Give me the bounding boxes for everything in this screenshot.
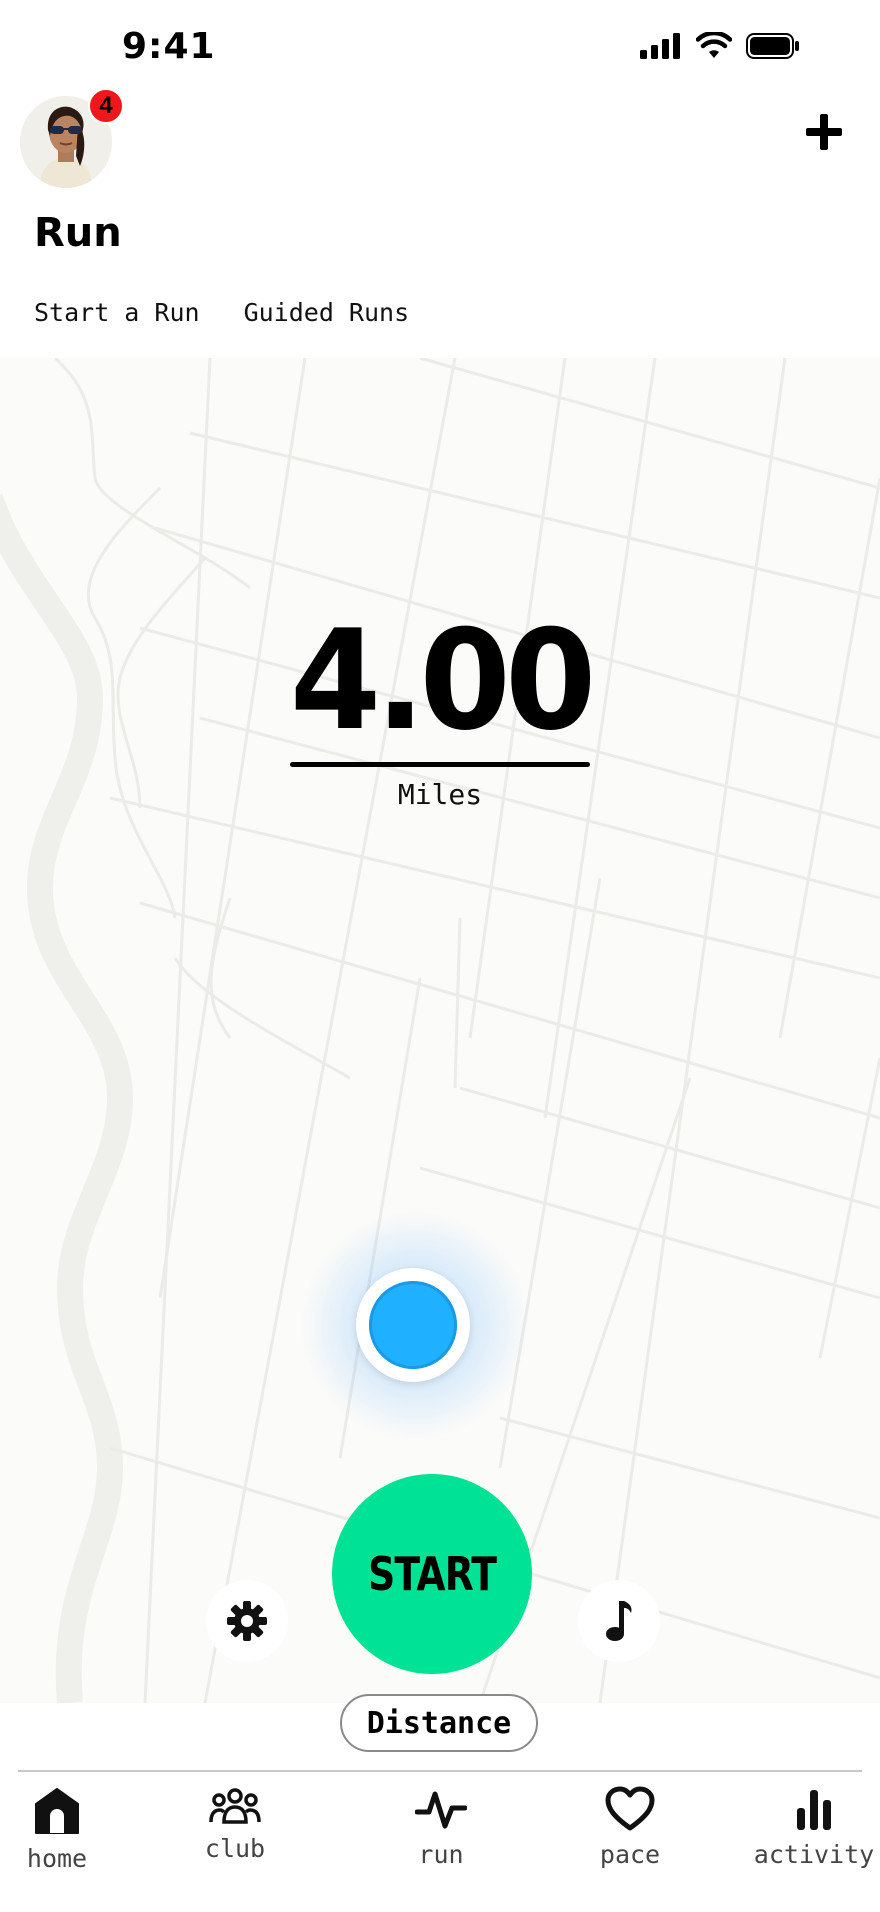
distance-value: 4.00 — [289, 600, 596, 761]
nav-item-home[interactable]: home — [22, 1786, 92, 1873]
gear-icon — [227, 1601, 267, 1641]
run-tabs: Start a Run Guided Runs — [34, 298, 409, 327]
run-screen: 9:41 4 Run Start a Run Guided Runs 4.00 … — [0, 0, 880, 1912]
bar-chart-icon — [797, 1790, 831, 1830]
battery-icon — [746, 33, 799, 59]
club-icon — [209, 1788, 261, 1824]
run-pulse-icon — [415, 1791, 467, 1829]
run-mode-label: Distance — [366, 1705, 512, 1741]
nav-item-activity[interactable]: activity — [754, 1786, 874, 1869]
nav-label-club: club — [204, 1834, 266, 1863]
music-button[interactable] — [578, 1580, 660, 1662]
notification-badge: 4 — [88, 88, 124, 124]
tab-start-a-run[interactable]: Start a Run — [34, 298, 200, 327]
cellular-signal-icon — [640, 33, 680, 59]
nav-item-run[interactable]: run — [406, 1786, 476, 1869]
distance-underline — [290, 762, 590, 767]
nav-item-pace[interactable]: pace — [595, 1786, 665, 1869]
nav-item-club[interactable]: club — [200, 1786, 270, 1863]
distance-unit: Miles — [397, 778, 483, 811]
status-icons — [640, 32, 800, 60]
bottom-nav: home club run pace activity — [0, 1772, 880, 1912]
location-dot-inner — [369, 1281, 457, 1369]
status-bar: 9:41 — [0, 0, 880, 100]
run-mode-selector[interactable]: Distance — [340, 1694, 538, 1752]
status-time: 9:41 — [122, 26, 216, 67]
nav-label-home: home — [26, 1844, 88, 1873]
heart-icon — [605, 1786, 655, 1831]
settings-button[interactable] — [206, 1580, 288, 1662]
page-title: Run — [34, 210, 122, 256]
tab-guided-runs[interactable]: Guided Runs — [244, 298, 410, 327]
add-button[interactable] — [798, 106, 850, 158]
start-label: START — [367, 1547, 497, 1601]
nav-label-pace: pace — [599, 1840, 661, 1869]
current-location-marker — [356, 1268, 470, 1382]
nav-label-run: run — [418, 1840, 464, 1869]
start-button[interactable]: START — [332, 1474, 532, 1674]
nav-label-activity: activity — [753, 1840, 875, 1869]
music-note-icon — [606, 1601, 632, 1641]
plus-icon — [806, 114, 842, 150]
home-icon — [35, 1788, 79, 1834]
wifi-icon — [696, 32, 732, 58]
distance-display[interactable]: 4.00 — [0, 612, 880, 750]
